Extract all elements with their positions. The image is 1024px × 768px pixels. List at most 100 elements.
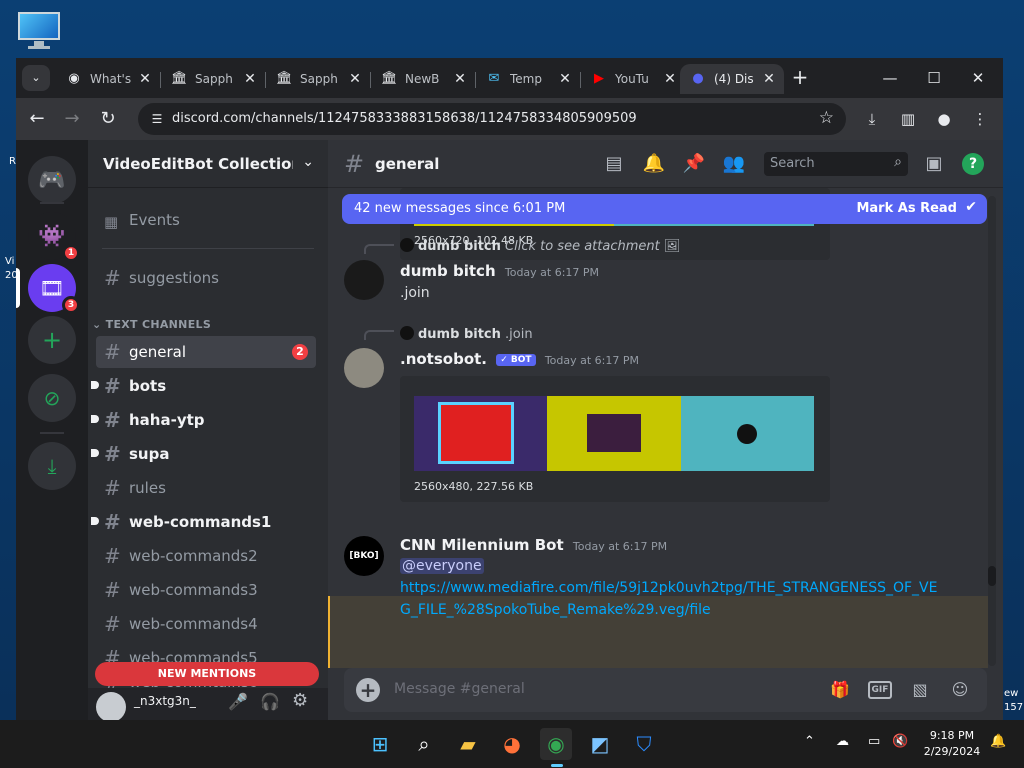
avatar[interactable]: [344, 260, 384, 300]
side-panel-icon[interactable]: ▥: [896, 107, 920, 131]
gift-icon[interactable]: 🎁: [828, 678, 852, 702]
sticker-icon[interactable]: ▧: [908, 678, 932, 702]
discord-home-button[interactable]: 🎮: [28, 156, 76, 204]
site-info-icon[interactable]: ☰: [148, 110, 166, 128]
author-name[interactable]: CNN Milennium Bot: [400, 536, 564, 554]
profile-icon[interactable]: ●: [932, 107, 956, 131]
category-header[interactable]: ⌄ TEXT CHANNELS: [92, 318, 211, 331]
close-tab-icon[interactable]: ✕: [241, 70, 259, 88]
help-icon[interactable]: ?: [962, 153, 984, 175]
channel-web-commands2[interactable]: # web-commands2: [96, 540, 316, 572]
app-icon[interactable]: ◩: [584, 728, 616, 760]
guild-header[interactable]: VideoEditBot Collection 1.0 ⌄: [88, 140, 328, 188]
maximize-button[interactable]: ☐: [912, 64, 956, 92]
network-icon[interactable]: ▭: [868, 734, 880, 749]
browser-tab[interactable]: 🏛 Sapph ✕: [161, 64, 266, 94]
start-windows-icon[interactable]: ⊞: [364, 728, 396, 760]
close-window-button[interactable]: ✕: [956, 64, 1000, 92]
reload-button[interactable]: ↻: [96, 107, 120, 131]
channel-supa[interactable]: # supa: [91, 438, 316, 470]
browser-tab[interactable]: ✉ Temp ✕: [476, 64, 581, 94]
message-input[interactable]: Message #general: [394, 681, 525, 697]
notification-bell-icon[interactable]: 🔔: [990, 734, 1006, 749]
inbox-icon[interactable]: ▣: [922, 152, 946, 176]
forward-button[interactable]: →: [60, 107, 84, 131]
avatar[interactable]: [BKO]: [344, 536, 384, 576]
address-bar[interactable]: ☰ discord.com/channels/11247583338831586…: [138, 103, 846, 135]
browser-tab[interactable]: 🏛 Sapph ✕: [266, 64, 371, 94]
minimize-button[interactable]: —: [868, 64, 912, 92]
channel-general[interactable]: # general 2: [96, 336, 316, 368]
search-icon[interactable]: ⌕: [408, 728, 440, 760]
new-messages-bar[interactable]: 42 new messages since 6:01 PM Mark As Re…: [342, 194, 987, 224]
close-tab-icon[interactable]: ✕: [136, 70, 154, 88]
gif-icon[interactable]: GIF: [868, 681, 892, 699]
channel-web-commands4[interactable]: # web-commands4: [96, 608, 316, 640]
mic-muted-icon[interactable]: 🎤: [228, 692, 248, 711]
attachment-image[interactable]: [681, 396, 814, 471]
explore-servers-button[interactable]: ⊘: [28, 374, 76, 422]
bookmark-star-icon[interactable]: ☆: [819, 108, 834, 128]
file-explorer-icon[interactable]: ▰: [452, 728, 484, 760]
channel-haha-ytp[interactable]: # haha-ytp: [91, 404, 316, 436]
chevron-up-icon[interactable]: ⌃: [804, 734, 815, 749]
members-icon[interactable]: 👥: [722, 152, 746, 176]
browser-tab[interactable]: ▶ YouTu ✕: [581, 64, 685, 94]
channel-rules[interactable]: # rules: [96, 472, 316, 504]
avatar[interactable]: [96, 692, 126, 720]
reply-preview[interactable]: dumb bitch Click to see attachment 🖼: [400, 238, 680, 254]
menu-kebab-icon[interactable]: ⋮: [968, 107, 992, 131]
this-pc-desktop-icon[interactable]: [16, 10, 62, 50]
search-input[interactable]: Search ⌕: [764, 152, 908, 176]
close-tab-icon[interactable]: ✕: [661, 70, 679, 88]
author-name[interactable]: .notsobot.: [400, 350, 487, 368]
new-mentions-button[interactable]: NEW MENTIONS: [95, 662, 319, 686]
channel-bots[interactable]: # bots: [91, 370, 316, 402]
attachment-image[interactable]: [547, 396, 681, 471]
url-text[interactable]: discord.com/channels/1124758333883158638…: [172, 111, 637, 126]
browser-tab[interactable]: ◉ What's ✕: [56, 64, 161, 94]
browser-tab-active[interactable]: ● (4) Dis ✕: [680, 64, 784, 94]
message-composer[interactable]: + Message #general 🎁 GIF ▧ ☺: [344, 668, 987, 712]
close-tab-icon[interactable]: ✕: [346, 70, 364, 88]
server-among-us[interactable]: 👾 1: [28, 212, 80, 262]
shield-icon[interactable]: ⛉: [628, 728, 660, 760]
close-tab-icon[interactable]: ✕: [760, 70, 778, 88]
server-video[interactable]: 🎞 3: [28, 264, 80, 314]
browser-tab[interactable]: 🏛 NewB ✕: [371, 64, 476, 94]
channel-web-commands3[interactable]: # web-commands3: [96, 574, 316, 606]
chrome-icon[interactable]: ◉: [540, 728, 572, 760]
author-name[interactable]: dumb bitch: [400, 262, 496, 280]
bell-icon[interactable]: 🔔: [642, 152, 666, 176]
system-clock[interactable]: 9:18 PM 2/29/2024: [920, 728, 984, 760]
threads-icon[interactable]: ▤: [602, 152, 626, 176]
scrollbar-track[interactable]: [988, 196, 996, 666]
close-tab-icon[interactable]: ✕: [451, 70, 469, 88]
cloud-icon[interactable]: ☁: [836, 734, 849, 749]
reply-preview[interactable]: dumb bitch .join: [400, 326, 533, 342]
add-server-button[interactable]: +: [28, 316, 76, 364]
message-link[interactable]: https://www.mediafire.com/file/59j12pk0u…: [400, 577, 940, 621]
volume-muted-icon[interactable]: 🔇: [892, 734, 908, 749]
mark-as-read-button[interactable]: Mark As Read: [856, 201, 957, 216]
back-button[interactable]: ←: [25, 107, 49, 131]
events-item[interactable]: ▦ Events: [96, 204, 316, 236]
channel-web-commands1[interactable]: # web-commands1: [91, 506, 316, 538]
gear-icon[interactable]: ⚙: [292, 690, 308, 711]
tab-search-button[interactable]: ⌄: [22, 65, 50, 91]
download-apps-button[interactable]: ⤓: [28, 442, 76, 490]
attachment-image[interactable]: [414, 396, 547, 471]
download-icon[interactable]: ⤓: [860, 107, 884, 131]
firefox-icon[interactable]: ◕: [496, 728, 528, 760]
emoji-icon[interactable]: ☺: [948, 678, 972, 702]
everyone-mention[interactable]: @everyone: [400, 558, 484, 574]
avatar[interactable]: [344, 348, 384, 388]
username[interactable]: _n3xtg3n_: [134, 694, 196, 708]
channel-suggestions[interactable]: # suggestions: [96, 262, 316, 294]
pin-icon[interactable]: 📌: [682, 152, 706, 176]
new-tab-button[interactable]: +: [788, 66, 812, 90]
upload-plus-icon[interactable]: +: [356, 678, 380, 702]
close-tab-icon[interactable]: ✕: [556, 70, 574, 88]
headphones-icon[interactable]: 🎧: [260, 692, 280, 711]
scrollbar-thumb[interactable]: [988, 566, 996, 586]
